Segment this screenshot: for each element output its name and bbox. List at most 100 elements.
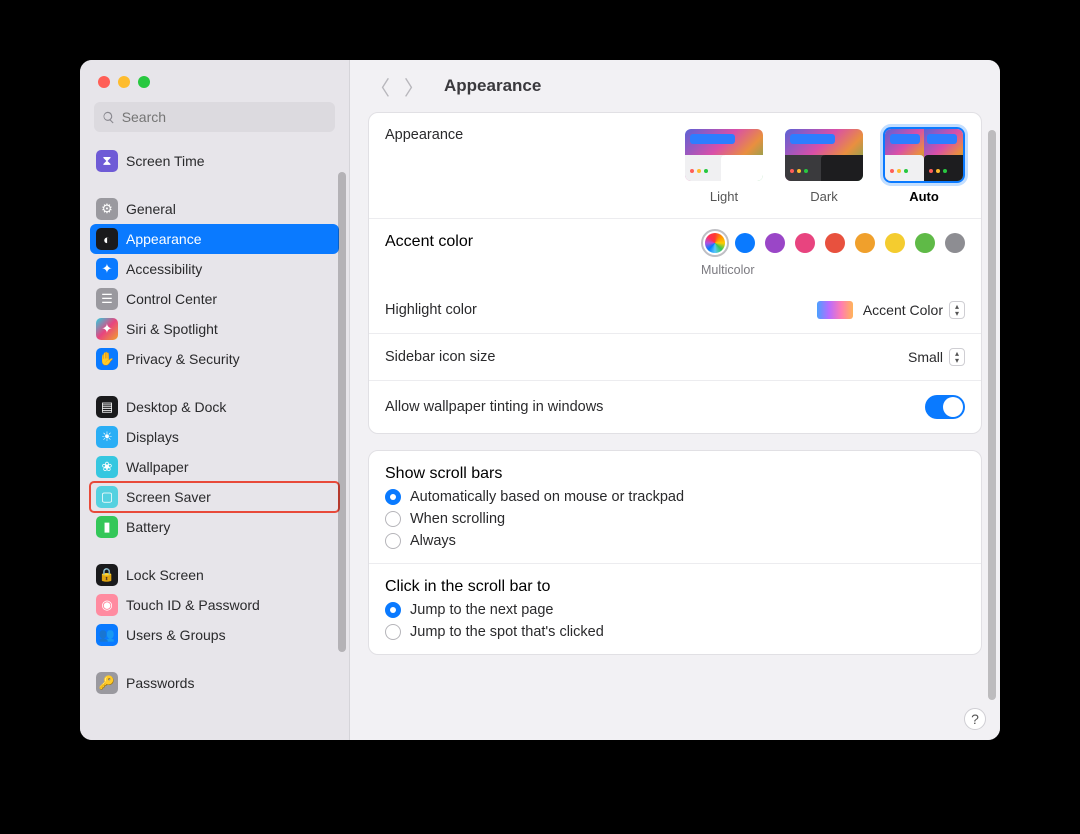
accent-color-pink[interactable] — [795, 233, 815, 253]
radio-label: When scrolling — [410, 511, 505, 527]
sidebar-item-label: Screen Saver — [126, 489, 211, 505]
sidebar-item-screen-saver[interactable]: ▢ Screen Saver — [90, 482, 339, 512]
accent-row: Accent color Mul — [369, 218, 981, 287]
sidebar-item-wallpaper[interactable]: ❀ Wallpaper — [90, 452, 339, 482]
radio-icon — [385, 602, 401, 618]
tinting-toggle[interactable] — [925, 395, 965, 419]
appearance-label: Appearance — [385, 127, 463, 143]
radio-icon — [385, 533, 401, 549]
appearance-option-auto[interactable]: Auto — [883, 127, 965, 204]
sidebar-item-control-center[interactable]: ☰ Control Center — [90, 284, 339, 314]
sidebar-item-label: Privacy & Security — [126, 351, 240, 367]
page-title: Appearance — [444, 76, 541, 96]
scrollclick-option-next-page[interactable]: Jump to the next page — [385, 602, 965, 618]
appearance-panel: Appearance Light Dark — [368, 112, 982, 434]
sidebar-item-displays[interactable]: ☀ Displays — [90, 422, 339, 452]
sidebar-scrollbar[interactable] — [338, 172, 346, 652]
highlight-swatch-icon — [817, 301, 853, 319]
sidebar-icon-size-select[interactable]: Small ▴▾ — [908, 348, 965, 366]
accent-color-yellow[interactable] — [885, 233, 905, 253]
sidebar-item-label: Touch ID & Password — [126, 597, 260, 613]
sidebar-item-lock-screen[interactable]: 🔒 Lock Screen — [90, 560, 339, 590]
sidebar-item-touch-id-password[interactable]: ◉ Touch ID & Password — [90, 590, 339, 620]
accent-color-red[interactable] — [825, 233, 845, 253]
close-icon[interactable] — [98, 76, 110, 88]
sidebar-item-label: Lock Screen — [126, 567, 204, 583]
radio-label: Jump to the spot that's clicked — [410, 624, 604, 640]
accent-color-purple[interactable] — [765, 233, 785, 253]
appearance-option-label: Auto — [909, 189, 939, 204]
sidebar-item-privacy-security[interactable]: ✋ Privacy & Security — [90, 344, 339, 374]
accent-color-multicolor[interactable] — [705, 233, 725, 253]
sidebar-item-passwords[interactable]: 🔑 Passwords — [90, 668, 339, 698]
siri-icon: ✦ — [96, 318, 118, 340]
appearance-option-label: Light — [710, 189, 738, 204]
radio-label: Jump to the next page — [410, 602, 554, 618]
sidebar-item-label: Desktop & Dock — [126, 399, 226, 415]
appearance-option-light[interactable]: Light — [683, 127, 765, 204]
appearance-option-dark[interactable]: Dark — [783, 127, 865, 204]
screensaver-icon: ▢ — [96, 486, 118, 508]
appearance-icon: ◐ — [96, 228, 118, 250]
accent-color-orange[interactable] — [855, 233, 875, 253]
system-settings-window: ⧗ Screen Time ⚙ General ◐ Appearance ✦ A… — [80, 60, 1000, 740]
sun-icon: ☀ — [96, 426, 118, 448]
sidebar-item-siri-spotlight[interactable]: ✦ Siri & Spotlight — [90, 314, 339, 344]
sidebar-item-battery[interactable]: ▮ Battery — [90, 512, 339, 542]
accent-color-green[interactable] — [915, 233, 935, 253]
content: Appearance Light Dark — [350, 112, 1000, 740]
main-panel: 〈 〉 Appearance Appearance Light Dar — [350, 60, 1000, 740]
sidebar-icon-size-value: Small — [908, 349, 943, 365]
sidebar-item-label: Appearance — [126, 231, 202, 247]
sidebar-item-screen-time[interactable]: ⧗ Screen Time — [90, 146, 339, 176]
toolbar: 〈 〉 Appearance — [350, 60, 1000, 112]
scrollbars-option-auto[interactable]: Automatically based on mouse or trackpad — [385, 489, 965, 505]
appearance-option-label: Dark — [810, 189, 837, 204]
appearance-options: Light Dark Auto — [683, 127, 965, 204]
key-icon: 🔑 — [96, 672, 118, 694]
search-input[interactable] — [122, 109, 327, 125]
sidebar-item-appearance[interactable]: ◐ Appearance — [90, 224, 339, 254]
sidebar-item-label: Wallpaper — [126, 459, 189, 475]
sidebar-item-label: Siri & Spotlight — [126, 321, 218, 337]
accent-selected-label: Multicolor — [701, 263, 755, 277]
sidebar-item-desktop-dock[interactable]: ▤ Desktop & Dock — [90, 392, 339, 422]
sidebar-item-users-groups[interactable]: 👥 Users & Groups — [90, 620, 339, 650]
search-icon — [102, 110, 116, 125]
back-button[interactable]: 〈 — [370, 72, 390, 101]
scrollbars-option-always[interactable]: Always — [385, 533, 965, 549]
switches-icon: ☰ — [96, 288, 118, 310]
radio-icon — [385, 511, 401, 527]
sidebar-item-label: Battery — [126, 519, 170, 535]
zoom-icon[interactable] — [138, 76, 150, 88]
scrollclick-option-spot[interactable]: Jump to the spot that's clicked — [385, 624, 965, 640]
accent-color-graphite[interactable] — [945, 233, 965, 253]
highlight-label: Highlight color — [385, 302, 477, 318]
forward-button[interactable]: 〉 — [404, 72, 424, 101]
sidebar-item-accessibility[interactable]: ✦ Accessibility — [90, 254, 339, 284]
main-scrollbar[interactable] — [988, 130, 996, 700]
hand-icon: ✋ — [96, 348, 118, 370]
highlight-select[interactable]: Accent Color ▴▾ — [817, 301, 965, 319]
search-field[interactable] — [94, 102, 335, 132]
scrollbars-option-when-scrolling[interactable]: When scrolling — [385, 511, 965, 527]
help-button[interactable]: ? — [964, 708, 986, 730]
accent-swatches — [705, 233, 965, 253]
window-controls — [80, 60, 349, 98]
sidebar-item-label: Screen Time — [126, 153, 205, 169]
radio-icon — [385, 489, 401, 505]
sidebar-item-general[interactable]: ⚙ General — [90, 194, 339, 224]
sidebar-list: ⧗ Screen Time ⚙ General ◐ Appearance ✦ A… — [80, 140, 349, 740]
scroll-panel: Show scroll bars Automatically based on … — [368, 450, 982, 655]
sidebar-item-label: Users & Groups — [126, 627, 226, 643]
radio-icon — [385, 624, 401, 640]
lock-icon: 🔒 — [96, 564, 118, 586]
accessibility-icon: ✦ — [96, 258, 118, 280]
accent-color-blue[interactable] — [735, 233, 755, 253]
flower-icon: ❀ — [96, 456, 118, 478]
scrollclick-label: Click in the scroll bar to — [385, 578, 965, 596]
minimize-icon[interactable] — [118, 76, 130, 88]
accent-label: Accent color — [385, 233, 473, 251]
sidebar-item-label: General — [126, 201, 176, 217]
sidebar-item-label: Displays — [126, 429, 179, 445]
